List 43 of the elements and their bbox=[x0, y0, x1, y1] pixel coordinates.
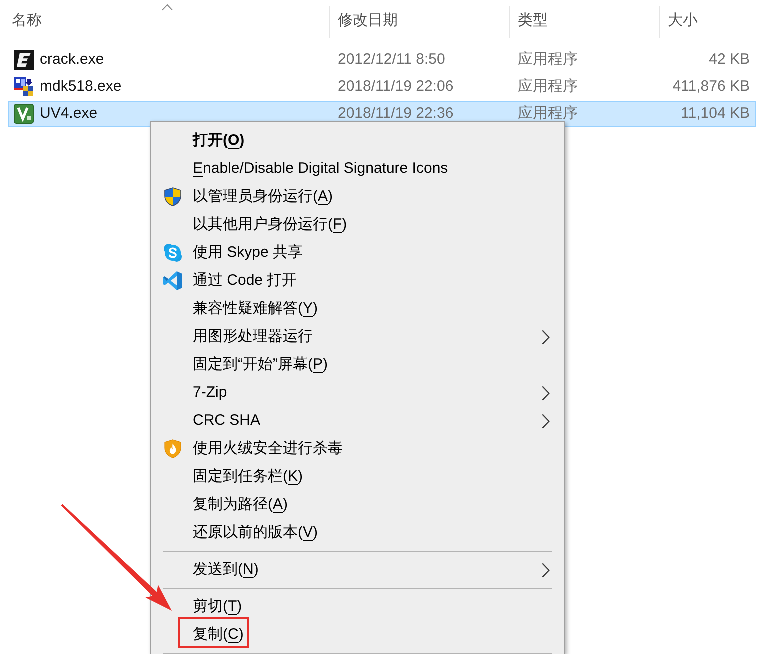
file-row[interactable]: crack.exe 2012/12/11 8:50 应用程序 42 KB bbox=[8, 47, 756, 73]
menu-item[interactable]: 固定到“开始”屏幕(P) bbox=[151, 351, 564, 379]
ribbon-logo-icon bbox=[163, 271, 183, 291]
file-type: 应用程序 bbox=[518, 78, 578, 95]
modified-date: 2018/11/19 22:36 bbox=[338, 105, 454, 122]
file-size: 42 KB bbox=[709, 50, 750, 70]
column-header[interactable]: 类型 bbox=[510, 0, 660, 42]
menu-item[interactable]: 通过 Code 打开 bbox=[151, 267, 564, 295]
column-header[interactable]: 大小 bbox=[660, 0, 758, 42]
menu-item[interactable]: 复制为路径(A) bbox=[151, 491, 564, 519]
modified-date: 2018/11/19 22:06 bbox=[338, 78, 454, 95]
menu-item[interactable]: 7-Zip bbox=[151, 379, 564, 407]
menu-item[interactable]: 复制(C) bbox=[151, 621, 564, 649]
column-header[interactable]: 名称 bbox=[0, 0, 330, 42]
menu-item[interactable]: 使用 Skype 共享 bbox=[151, 239, 564, 267]
column-header[interactable]: 修改日期 bbox=[330, 0, 510, 42]
installer-icon bbox=[14, 77, 34, 97]
menu-item[interactable]: 使用火绒安全进行杀毒 bbox=[151, 435, 564, 463]
menu-item[interactable]: 还原以前的版本(V) bbox=[151, 519, 564, 547]
menu-item[interactable]: 以管理员身份运行(A) bbox=[151, 183, 564, 211]
file-type: 应用程序 bbox=[518, 51, 578, 68]
file-row[interactable]: mdk518.exe 2018/11/19 22:06 应用程序 411,876 KB bbox=[8, 74, 756, 100]
file-size: 11,104 KB bbox=[681, 104, 750, 124]
modified-date: 2012/12/11 8:50 bbox=[338, 51, 446, 68]
flame-shield-icon bbox=[163, 439, 183, 459]
file-name: mdk518.exe bbox=[40, 76, 122, 97]
menu-item[interactable]: 以其他用户身份运行(F) bbox=[151, 211, 564, 239]
menu-item[interactable]: 剪切(T) bbox=[151, 593, 564, 621]
e-logo-icon bbox=[14, 50, 34, 70]
v-logo-icon bbox=[14, 104, 34, 124]
menu-item[interactable]: 打开(O) bbox=[151, 127, 564, 155]
menu-item[interactable]: Enable/Disable Digital Signature Icons bbox=[151, 155, 564, 183]
s-badge-icon bbox=[163, 243, 183, 263]
shield-icon bbox=[163, 187, 183, 207]
menu-item[interactable]: 兼容性疑难解答(Y) bbox=[151, 295, 564, 323]
menu-item[interactable]: CRC SHA bbox=[151, 407, 564, 435]
menu-item[interactable]: 用图形处理器运行 bbox=[151, 323, 564, 351]
menu-item[interactable]: 固定到任务栏(K) bbox=[151, 463, 564, 491]
file-name: UV4.exe bbox=[40, 104, 98, 124]
file-type: 应用程序 bbox=[518, 105, 578, 122]
file-name: crack.exe bbox=[40, 50, 104, 70]
file-size: 411,876 KB bbox=[672, 76, 750, 97]
menu-item[interactable]: 发送到(N) bbox=[151, 556, 564, 584]
